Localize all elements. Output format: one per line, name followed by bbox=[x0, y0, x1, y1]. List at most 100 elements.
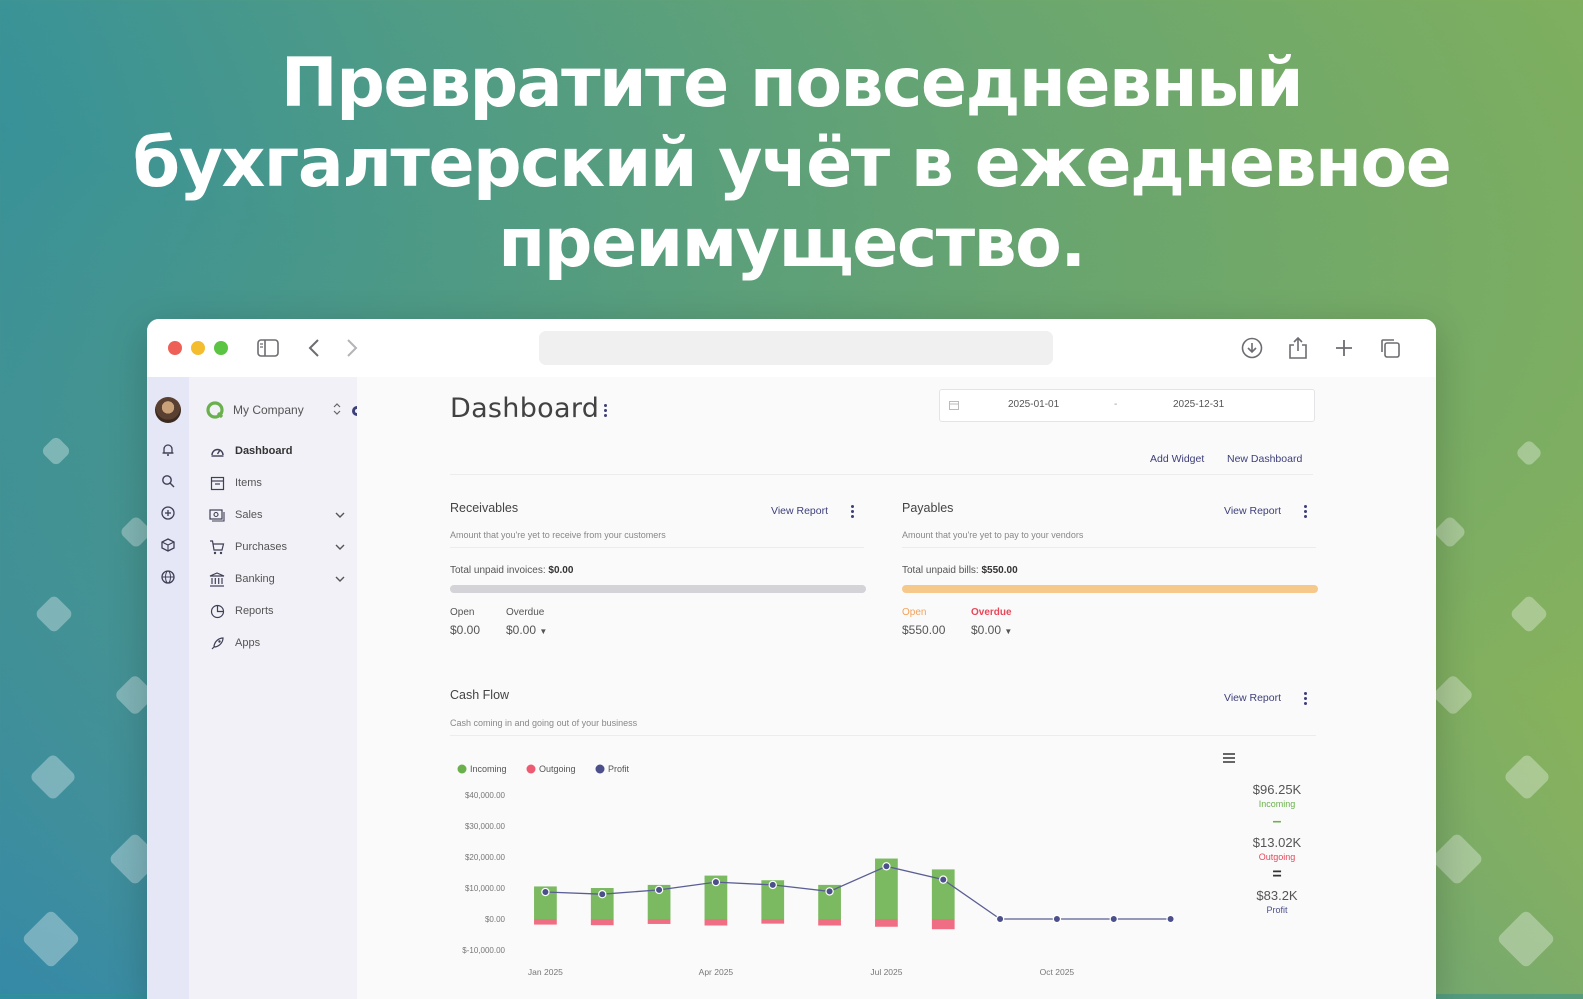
payables-overdue-value[interactable]: $0.00 ▼ bbox=[971, 623, 1012, 637]
profit-point bbox=[541, 887, 550, 897]
browser-toolbar bbox=[147, 319, 1436, 377]
receivables-open-value: $0.00 bbox=[450, 623, 481, 637]
date-range-picker[interactable]: 2025-01-01 - 2025-12-31 bbox=[939, 389, 1315, 422]
payables-total-value: $550.00 bbox=[981, 565, 1018, 576]
cashflow-title: Cash Flow bbox=[450, 688, 510, 702]
tabs-overview-icon[interactable] bbox=[1375, 333, 1405, 363]
minimize-window-button[interactable] bbox=[191, 341, 205, 355]
outgoing-bar bbox=[590, 919, 614, 926]
gauge-icon bbox=[207, 444, 227, 459]
x-tick-label: Jul 2025 bbox=[870, 967, 902, 977]
sidebar-item-label: Dashboard bbox=[235, 445, 293, 457]
company-switcher[interactable]: My Company bbox=[205, 399, 362, 421]
forward-icon[interactable] bbox=[337, 333, 367, 363]
outgoing-bar bbox=[761, 919, 785, 924]
sidebar-item-reports[interactable]: Reports bbox=[207, 599, 357, 623]
sidebar-item-banking[interactable]: Banking bbox=[207, 567, 357, 591]
address-bar[interactable] bbox=[539, 331, 1053, 365]
chevron-updown-icon[interactable] bbox=[333, 402, 341, 421]
outgoing-bar bbox=[875, 919, 898, 927]
payables-view-report-link[interactable]: View Report bbox=[1224, 505, 1281, 517]
cashflow-chart: Incoming Outgoing Profit $40,000.00 $30,000.… bbox=[457, 764, 1175, 977]
y-tick-label: $20,000.00 bbox=[465, 853, 506, 862]
payables-open-value: $550.00 bbox=[902, 623, 946, 637]
summary-profit-value: $83.2K bbox=[1256, 888, 1298, 903]
sidebar-item-items[interactable]: Items bbox=[207, 471, 357, 495]
receivables-overdue-value[interactable]: $0.00 ▼ bbox=[506, 623, 547, 637]
bell-icon[interactable] bbox=[159, 441, 177, 459]
add-circle-icon[interactable] bbox=[159, 504, 177, 522]
download-icon[interactable] bbox=[1237, 333, 1267, 363]
x-tick-label: Apr 2025 bbox=[699, 967, 734, 977]
divider bbox=[902, 547, 1316, 548]
sidebar-item-label: Apps bbox=[235, 637, 261, 649]
globe-icon[interactable] bbox=[159, 568, 177, 586]
date-separator: - bbox=[1114, 399, 1118, 410]
summary-outgoing-value: $13.02K bbox=[1252, 835, 1302, 850]
share-icon[interactable] bbox=[1283, 333, 1313, 363]
sidebar-item-apps[interactable]: Apps bbox=[207, 631, 357, 655]
sidebar-nav: My Company Dashboard Items Sales Purchas… bbox=[189, 377, 362, 999]
cashflow-menu-icon[interactable] bbox=[1304, 692, 1308, 707]
headline-line-2: бухгалтерский учёт в ежедневное bbox=[132, 124, 1452, 203]
payables-overdue-label: Overdue bbox=[971, 607, 1012, 618]
new-dashboard-link[interactable]: New Dashboard bbox=[1227, 453, 1302, 465]
sidebar-item-label: Sales bbox=[235, 509, 263, 521]
box-icon bbox=[207, 476, 227, 491]
dashboard-menu-icon[interactable] bbox=[604, 404, 608, 419]
sidebar-item-purchases[interactable]: Purchases bbox=[207, 535, 357, 559]
legend-label: Incoming bbox=[470, 764, 507, 774]
cube-icon[interactable] bbox=[159, 536, 177, 554]
search-icon[interactable] bbox=[159, 472, 177, 490]
payables-title: Payables bbox=[902, 501, 954, 515]
profit-point bbox=[939, 875, 948, 884]
receivables-open-label: Open bbox=[450, 607, 475, 618]
chart-icon bbox=[207, 604, 227, 619]
summary-incoming-label: Incoming bbox=[1258, 799, 1296, 809]
summary-outgoing-label: Outgoing bbox=[1258, 852, 1296, 862]
x-tick-label: Oct 2025 bbox=[1040, 967, 1075, 977]
add-widget-link[interactable]: Add Widget bbox=[1150, 453, 1204, 465]
payables-open-label: Open bbox=[902, 607, 927, 618]
page-title: Dashboard bbox=[450, 393, 600, 424]
back-icon[interactable] bbox=[299, 333, 329, 363]
sidebar-icon[interactable] bbox=[253, 333, 283, 363]
zoom-window-button[interactable] bbox=[214, 341, 228, 355]
payables-menu-icon[interactable] bbox=[1304, 505, 1308, 520]
outgoing-bar bbox=[704, 919, 728, 926]
headline: Превратите повседневный бухгалтерский уч… bbox=[0, 44, 1583, 284]
receivables-menu-icon[interactable] bbox=[851, 505, 855, 520]
date-to[interactable]: 2025-12-31 bbox=[1173, 399, 1224, 410]
summary-incoming-value: $96.25K bbox=[1252, 782, 1302, 797]
cashflow-view-report-link[interactable]: View Report bbox=[1224, 692, 1281, 704]
receivables-title: Receivables bbox=[450, 501, 519, 515]
chevron-down-icon[interactable] bbox=[335, 541, 345, 553]
sidebar-item-dashboard[interactable]: Dashboard bbox=[207, 439, 357, 463]
outgoing-bar bbox=[818, 919, 841, 926]
y-tick-label: $10,000.00 bbox=[465, 884, 506, 893]
legend-label: Outgoing bbox=[539, 764, 576, 774]
legend-label: Profit bbox=[608, 764, 630, 774]
date-from[interactable]: 2025-01-01 bbox=[1008, 399, 1059, 410]
calendar-icon bbox=[949, 400, 959, 413]
payables-progress-bar bbox=[902, 585, 1318, 593]
receivables-view-report-link[interactable]: View Report bbox=[771, 505, 828, 517]
bank-icon bbox=[207, 571, 227, 587]
summary-profit-label: Profit bbox=[1266, 905, 1288, 915]
close-window-button[interactable] bbox=[168, 341, 182, 355]
chevron-down-icon[interactable] bbox=[335, 509, 345, 521]
browser-window: My Company Dashboard Items Sales Purchas… bbox=[147, 319, 1436, 999]
chevron-down-icon[interactable] bbox=[335, 573, 345, 585]
sidebar-item-sales[interactable]: Sales bbox=[207, 503, 357, 527]
payables-total-text: Total unpaid bills: bbox=[902, 565, 979, 576]
legend-marker bbox=[595, 764, 605, 774]
x-tick-label: Jan 2025 bbox=[528, 967, 563, 977]
icon-rail bbox=[147, 377, 189, 999]
caret-down-icon: ▼ bbox=[1004, 627, 1013, 636]
legend-marker bbox=[526, 764, 536, 774]
outgoing-bar bbox=[534, 919, 557, 925]
divider bbox=[450, 474, 1313, 475]
new-tab-icon[interactable] bbox=[1329, 333, 1359, 363]
avatar[interactable] bbox=[155, 397, 181, 423]
profit-point bbox=[1109, 914, 1118, 924]
